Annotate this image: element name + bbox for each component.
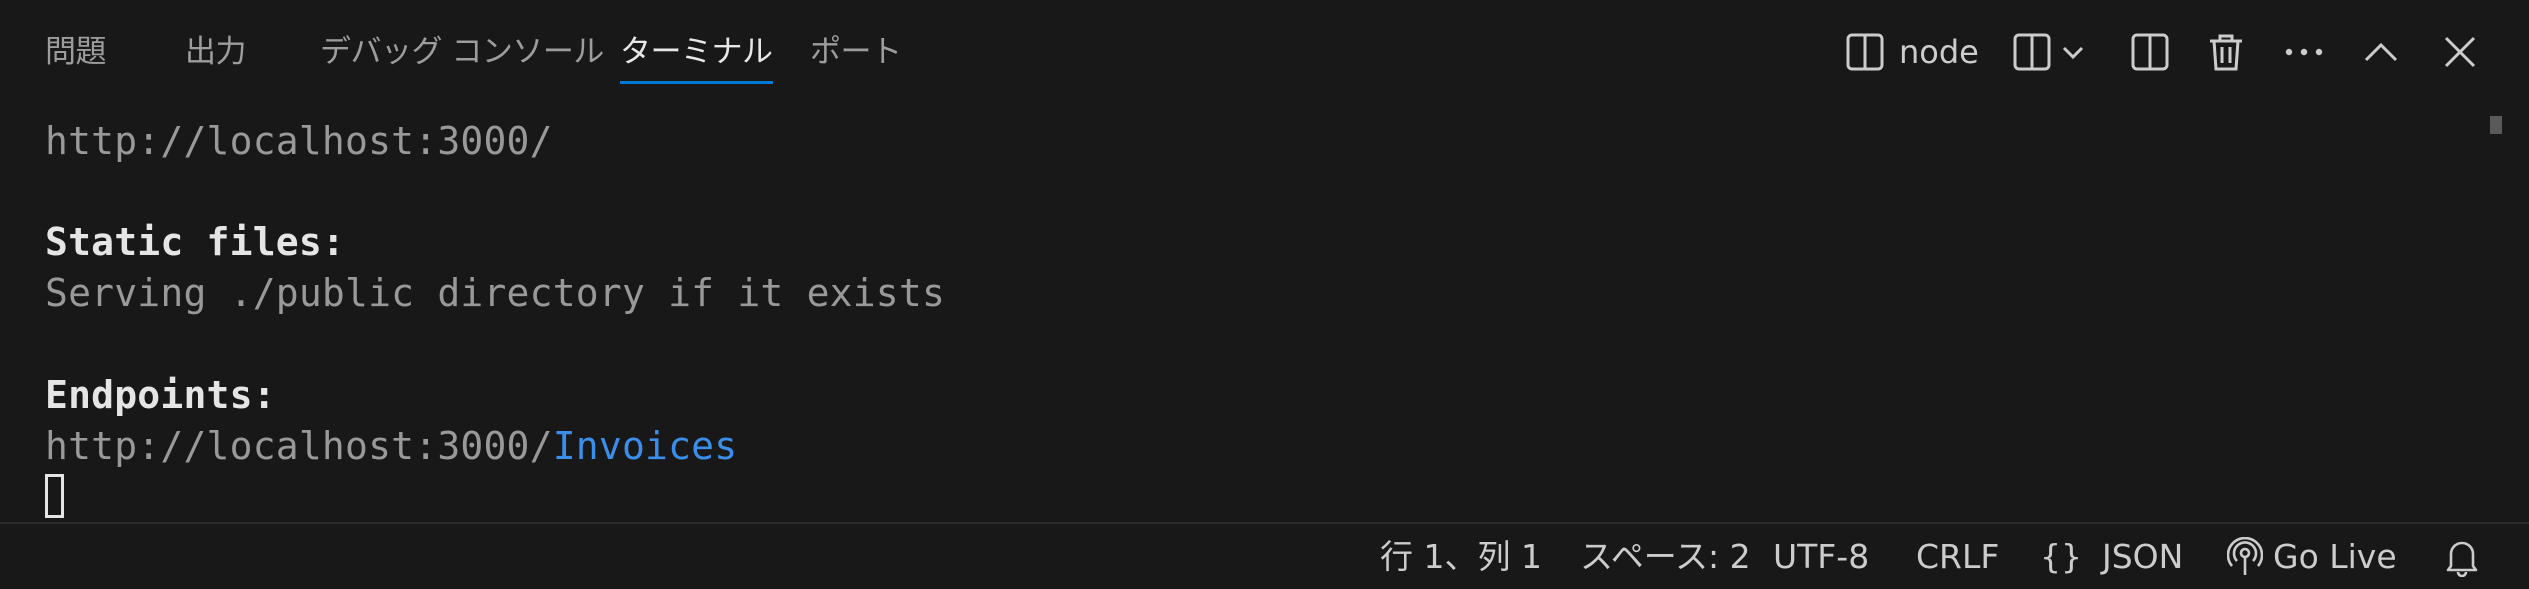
terminal-cursor — [45, 474, 64, 518]
status-eol[interactable]: CRLF — [1916, 524, 1999, 589]
terminal-line-static-desc: Serving ./public directory if it exists — [45, 271, 946, 315]
new-terminal-dropdown-button[interactable] — [2012, 26, 2086, 78]
close-icon — [2441, 32, 2479, 72]
tab-problems[interactable]: 問題 — [45, 26, 107, 78]
status-bar: 行 1、列 1 スペース: 2 UTF-8 CRLF {} JSON Go Li… — [0, 522, 2529, 589]
terminal-name: node — [1899, 33, 1979, 71]
terminal-output[interactable]: http://localhost:3000/ Static files: Ser… — [0, 100, 2529, 522]
maximize-panel-button[interactable] — [2362, 26, 2400, 78]
terminal-line-endpoint: http://localhost:3000/Invoices — [45, 421, 737, 472]
close-panel-button[interactable] — [2441, 26, 2479, 78]
braces-icon: {} — [2040, 537, 2082, 576]
more-icon — [2283, 32, 2325, 72]
terminal-split-layout-icon — [1845, 32, 1885, 72]
terminal-line-endpoints-header: Endpoints: — [45, 373, 276, 417]
tab-debug-console[interactable]: デバッグ コンソール — [320, 26, 604, 78]
status-language-mode[interactable]: {} JSON — [2040, 524, 2183, 589]
trash-icon — [2207, 32, 2245, 72]
endpoint-base-url: http://localhost:3000/ — [45, 424, 553, 468]
endpoint-invoices-link[interactable]: Invoices — [553, 424, 738, 468]
status-cursor-position[interactable]: 行 1、列 1 — [1380, 524, 1542, 589]
split-dropdown-icon — [2012, 32, 2052, 72]
status-indentation[interactable]: スペース: 2 — [1580, 524, 1751, 589]
more-actions-button[interactable] — [2283, 26, 2325, 78]
split-terminal-button[interactable] — [2130, 26, 2170, 78]
kill-terminal-button[interactable] — [2207, 26, 2245, 78]
terminal-line-static-header: Static files: — [45, 220, 346, 264]
broadcast-icon — [2227, 536, 2263, 577]
status-go-live-label: Go Live — [2273, 537, 2397, 576]
status-go-live[interactable]: Go Live — [2227, 524, 2397, 589]
tab-output[interactable]: 出力 — [185, 26, 247, 78]
tab-terminal[interactable]: ターミナル — [620, 26, 773, 84]
split-terminal-icon — [2130, 32, 2170, 72]
terminal-line-url: http://localhost:3000/ — [45, 119, 553, 163]
status-encoding[interactable]: UTF-8 — [1773, 524, 1869, 589]
panel-tab-bar: 問題 出力 デバッグ コンソール ターミナル ポート node — [0, 0, 2529, 100]
notifications-button[interactable] — [2445, 524, 2479, 589]
status-language-label: JSON — [2102, 537, 2184, 576]
maximize-panel-icon — [2362, 32, 2400, 72]
bell-icon — [2445, 537, 2479, 577]
tab-ports[interactable]: ポート — [810, 26, 902, 78]
terminal-instance-node[interactable]: node — [1845, 26, 1979, 78]
chevron-down-icon — [2060, 39, 2086, 65]
terminal-scrollbar-thumb[interactable] — [2490, 116, 2502, 134]
